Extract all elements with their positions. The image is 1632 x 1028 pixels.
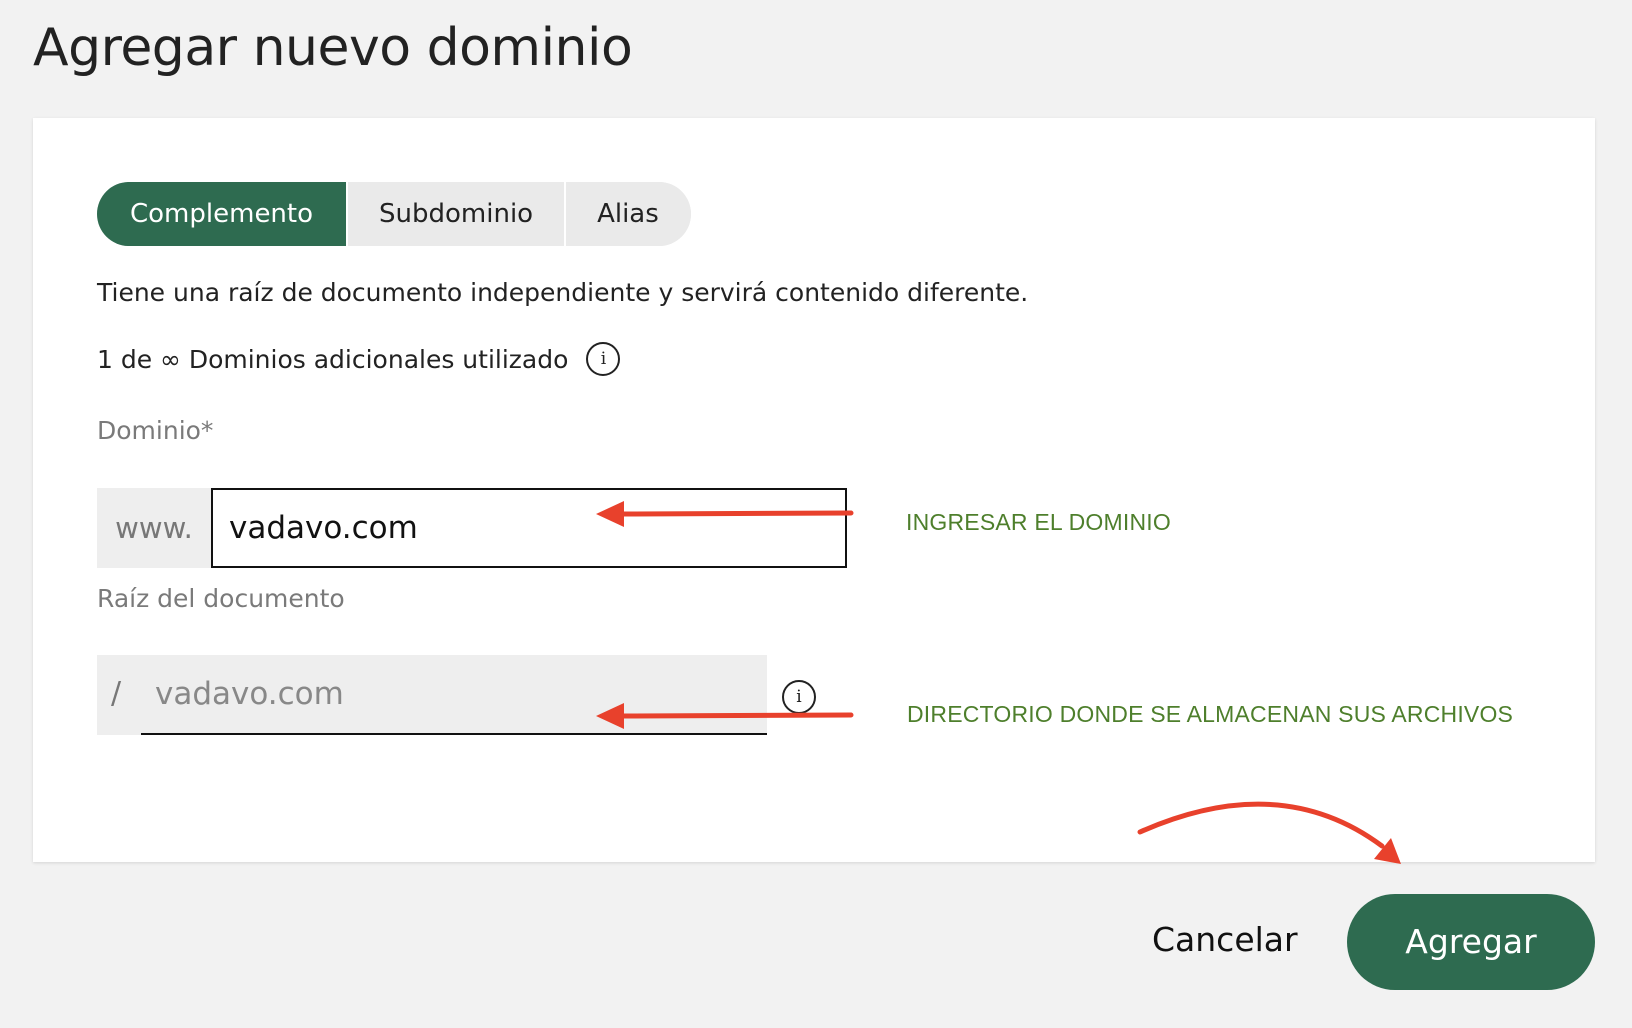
domain-input[interactable] xyxy=(211,488,847,568)
tab-complemento[interactable]: Complemento xyxy=(97,182,347,246)
document-root-prefix: / xyxy=(111,676,122,711)
cancel-button[interactable]: Cancelar xyxy=(1130,900,1320,980)
add-button[interactable]: Agregar xyxy=(1347,894,1595,990)
domain-prefix: www. xyxy=(97,488,211,568)
document-root-input[interactable] xyxy=(141,655,767,735)
tab-subdominio[interactable]: Subdominio xyxy=(346,182,565,246)
tab-description: Tiene una raíz de documento independient… xyxy=(97,278,1029,307)
domain-usage: 1 de ∞ Dominios adicionales utilizado i xyxy=(97,342,621,376)
info-icon[interactable]: i xyxy=(586,342,621,376)
domain-type-tabs: Complemento Subdominio Alias xyxy=(97,182,691,246)
add-domain-card: Complemento Subdominio Alias Tiene una r… xyxy=(33,118,1595,862)
document-root-label: Raíz del documento xyxy=(97,584,345,613)
domain-annotation: INGRESAR EL DOMINIO xyxy=(906,509,1171,535)
root-annotation: DIRECTORIO DONDE SE ALMACENAN SUS ARCHIV… xyxy=(907,701,1514,727)
document-root-field: / xyxy=(97,655,767,735)
domain-usage-text: 1 de ∞ Dominios adicionales utilizado xyxy=(97,344,569,374)
page-title: Agregar nuevo dominio xyxy=(33,18,633,78)
domain-field-label: Dominio* xyxy=(97,416,214,445)
tab-alias[interactable]: Alias xyxy=(564,182,691,246)
info-icon[interactable]: i xyxy=(782,680,816,714)
